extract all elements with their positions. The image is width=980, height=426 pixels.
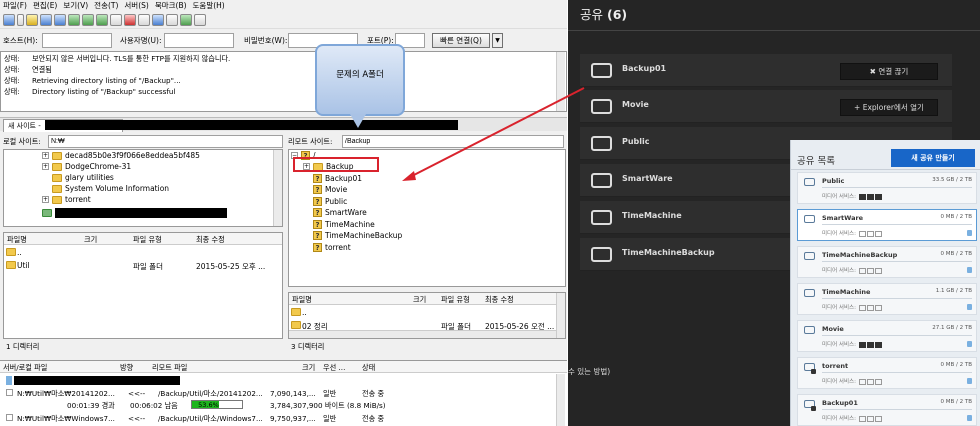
annotation-arrow (402, 87, 585, 181)
